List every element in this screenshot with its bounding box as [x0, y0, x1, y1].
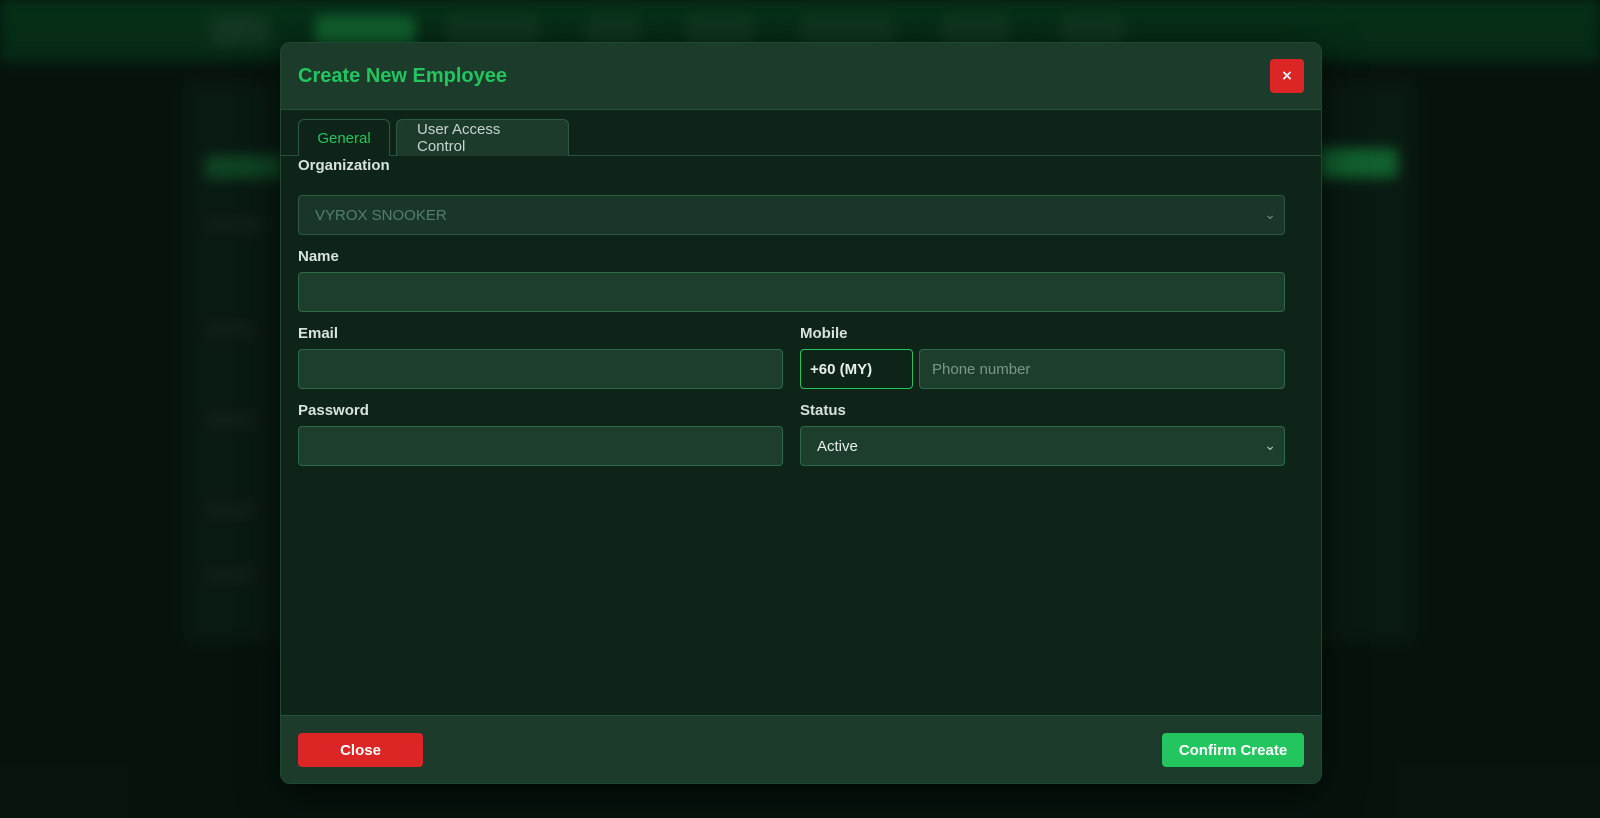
modal-header: Create New Employee ×	[281, 43, 1321, 110]
mobile-label: Mobile	[800, 325, 848, 342]
tab-user-access-control[interactable]: User Access Control	[396, 119, 569, 156]
phone-placeholder: Phone number	[932, 360, 1031, 378]
chevron-down-icon: ⌄	[1264, 207, 1276, 223]
status-select[interactable]: Active ⌄	[800, 426, 1285, 466]
organization-select: VYROX SNOOKER ⌄	[298, 195, 1285, 235]
tab-general[interactable]: General	[298, 119, 390, 156]
chevron-down-icon: ⌄	[1264, 438, 1276, 454]
modal-footer: Close Confirm Create	[281, 715, 1321, 783]
confirm-create-button[interactable]: Confirm Create	[1162, 733, 1304, 767]
name-label: Name	[298, 248, 339, 265]
organization-label: Organization	[298, 157, 390, 174]
name-input[interactable]	[298, 272, 1285, 312]
email-input[interactable]	[298, 349, 783, 389]
country-code-select[interactable]: +60 (MY)	[800, 349, 913, 389]
create-employee-modal: Create New Employee × General User Acces…	[280, 42, 1322, 784]
close-button[interactable]: Close	[298, 733, 423, 767]
tab-bar: General User Access Control	[281, 110, 1321, 156]
email-label: Email	[298, 325, 339, 342]
close-icon[interactable]: ×	[1270, 59, 1304, 93]
country-code-value: +60 (MY)	[810, 360, 873, 378]
phone-number-input[interactable]: Phone number	[919, 349, 1285, 389]
status-value: Active	[817, 437, 858, 455]
password-input[interactable]	[298, 426, 783, 466]
password-label: Password	[298, 402, 369, 419]
modal-title: Create New Employee	[298, 65, 507, 87]
organization-value: VYROX SNOOKER	[315, 206, 447, 224]
status-label: Status	[800, 402, 846, 419]
